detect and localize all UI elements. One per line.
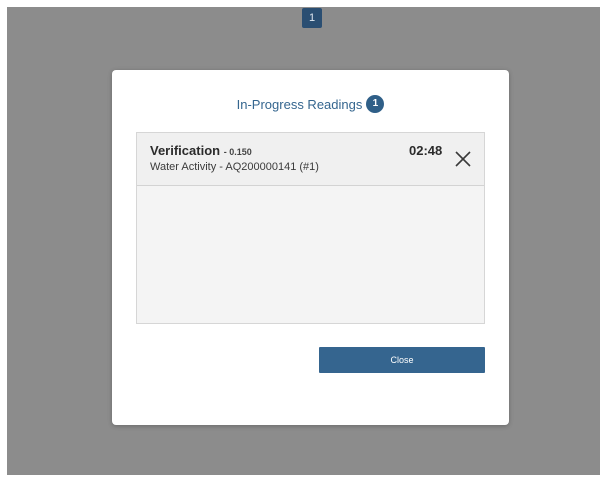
dialog-header: In-Progress Readings 1 [112,94,509,114]
reading-description: Water Activity - AQ200000141 (#1) [150,161,319,173]
in-progress-readings-dialog: In-Progress Readings 1 Verification - 0.… [112,70,509,425]
page-indicator-badge[interactable]: 1 [302,8,322,28]
reading-value: - 0.150 [223,147,252,157]
reading-timer: 02:48 [409,143,443,158]
readings-count-badge: 1 [366,95,385,113]
reading-type: Verification - 0.150 [150,143,252,158]
close-button[interactable]: Close [319,347,485,373]
close-icon[interactable] [454,150,472,168]
list-item[interactable]: Verification - 0.150 Water Activity - AQ… [137,133,484,186]
reading-type-label: Verification [150,143,221,158]
readings-list: Verification - 0.150 Water Activity - AQ… [136,132,485,324]
dialog-title: In-Progress Readings [236,96,363,112]
